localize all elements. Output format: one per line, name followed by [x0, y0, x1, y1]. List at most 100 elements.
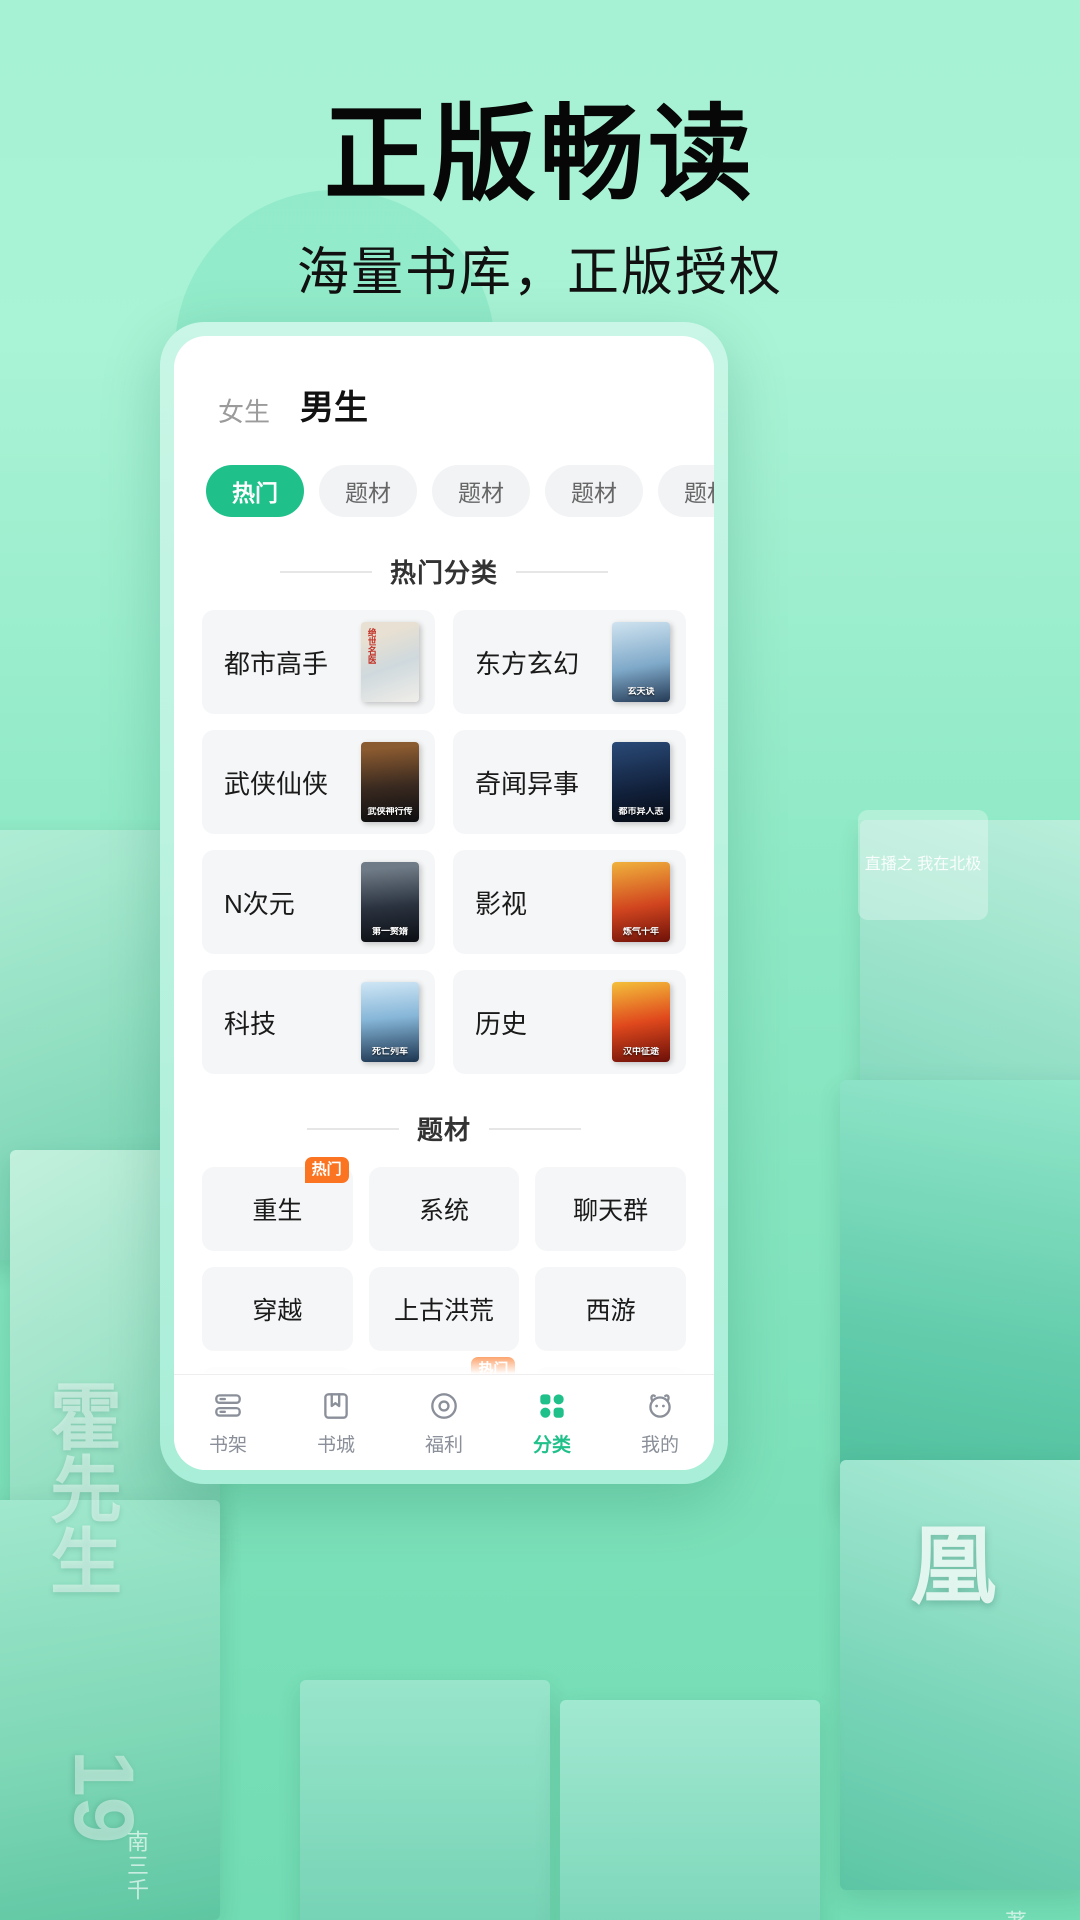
bg-promo-card: 直播之 我在北极 [858, 810, 988, 920]
filter-pill-row: 热门 题材 题材 题材 题材 [202, 465, 714, 517]
theme-tag-xitong[interactable]: 系统 [368, 1167, 520, 1251]
hero-section: 正版畅读 海量书库，正版授权 [0, 96, 1080, 305]
profile-icon [643, 1389, 677, 1423]
nav-item-label: 我的 [640, 1434, 679, 1456]
book-cover-thumbnail: 死亡列车 [361, 982, 419, 1062]
filter-pill-theme-4[interactable]: 题材 [658, 465, 714, 517]
nav-item-welfare[interactable]: 福利 [390, 1389, 498, 1457]
hero-title: 正版畅读 [323, 93, 756, 215]
welfare-icon [427, 1389, 461, 1423]
book-cover-title: 炼气十年 [622, 927, 659, 937]
book-cover-title: 第一赘婿 [371, 927, 408, 937]
theme-tag-grid: 重生 热门 系统 聊天群 穿越 上古洪荒 西游 热门 [202, 1157, 686, 1374]
nav-item-label: 分类 [532, 1434, 571, 1456]
section-title-themes: 题材 [416, 1115, 471, 1145]
nav-item-bookshelf[interactable]: 书架 [174, 1389, 282, 1457]
category-label: 东方玄幻 [475, 648, 580, 679]
filter-pill-theme-2[interactable]: 题材 [432, 465, 530, 517]
category-cell-keji[interactable]: 科技 死亡列车 [202, 970, 435, 1074]
book-cover-title: 都市异人志 [618, 807, 664, 817]
nav-item-profile[interactable]: 我的 [606, 1389, 714, 1457]
book-cover-title: 死亡列车 [371, 1047, 408, 1057]
bg-book-small-3: 著 [998, 1910, 1030, 1920]
section-title-hot-categories: 热门分类 [389, 558, 498, 588]
phone-screen: 女生 男生 热门 题材 题材 题材 题材 热门分类 [174, 336, 714, 1470]
filter-pill-theme-3[interactable]: 题材 [545, 465, 643, 517]
book-cover-title: 绝世名医 [366, 628, 376, 664]
book-cover-thumbnail: 第一赘婿 [361, 862, 419, 942]
gender-tab-male[interactable]: 男生 [300, 380, 368, 435]
divider-left [306, 1127, 399, 1130]
theme-tag-label: 西游 [585, 1297, 636, 1325]
category-cell-lishi[interactable]: 历史 汉中征途 [453, 970, 686, 1074]
gender-tab-male-label: 男生 [300, 389, 369, 427]
section-header-hot-categories: 热门分类 [202, 553, 686, 590]
nav-item-category[interactable]: 分类 [498, 1389, 606, 1457]
hot-badge: 热门 [471, 1357, 516, 1374]
category-cell-qiwenyishi[interactable]: 奇闻异事 都市异人志 [453, 730, 686, 834]
theme-tag-chuanyue-2[interactable]: 穿越 [535, 1367, 686, 1374]
book-cover-thumbnail: 都市异人志 [612, 742, 670, 822]
category-label: 科技 [224, 1008, 277, 1039]
bg-book-title-3: 凰 [897, 1520, 993, 1606]
theme-tag-label: 聊天群 [573, 1197, 649, 1225]
category-cell-yingshi[interactable]: 影视 炼气十年 [453, 850, 686, 954]
bg-book-8 [560, 1700, 820, 1920]
hot-badge: 热门 [304, 1157, 349, 1183]
book-cover-thumbnail: 炼气十年 [612, 862, 670, 942]
nav-item-bookstore[interactable]: 书城 [282, 1389, 390, 1457]
hero-subtitle: 海量书库，正版授权 [296, 244, 783, 303]
book-cover-title: 玄天诀 [627, 687, 655, 697]
bg-book-small-1: 南三千 [124, 1830, 149, 1902]
theme-tag-label: 穿越 [252, 1297, 303, 1325]
theme-tag-label: 重生 [252, 1197, 303, 1225]
filter-pill-hot[interactable]: 热门 [206, 465, 304, 517]
gender-tab-female[interactable]: 女生 [218, 392, 270, 435]
category-label: N次元 [224, 888, 295, 919]
book-cover-thumbnail: 汉中征途 [612, 982, 670, 1062]
category-icon [535, 1389, 569, 1423]
theme-tag-label: 上古洪荒 [393, 1297, 494, 1325]
theme-tag-xiyou[interactable]: 西游 [535, 1267, 686, 1351]
bg-book-title-1: 霍先生 [38, 1380, 119, 1596]
theme-tag-liaotianqun[interactable]: 聊天群 [535, 1167, 686, 1251]
phone-mockup: 女生 男生 热门 题材 题材 题材 题材 热门分类 [160, 322, 728, 1484]
category-label: 都市高手 [224, 648, 329, 679]
theme-tag-badao[interactable]: 霸道 [202, 1367, 353, 1374]
active-tab-underline [302, 426, 367, 435]
bottom-navigation-bar: 书架 书城 福利 分类 我的 [174, 1374, 714, 1470]
book-cover-title: 武侠神行传 [367, 807, 413, 817]
book-cover-title: 汉中征途 [622, 1047, 659, 1057]
theme-tag-label: 系统 [418, 1197, 469, 1225]
category-label: 影视 [475, 888, 528, 919]
book-cover-thumbnail: 武侠神行传 [361, 742, 419, 822]
theme-tag-chongsheng[interactable]: 重生 热门 [202, 1157, 353, 1251]
category-label: 武侠仙侠 [224, 768, 329, 799]
bg-book-5 [840, 1080, 1080, 1510]
gender-tab-female-label: 女生 [218, 397, 271, 427]
book-cover-thumbnail: 绝世名医 [361, 622, 419, 702]
category-cell-dongfangxuanhuan[interactable]: 东方玄幻 玄天诀 [453, 610, 686, 714]
divider-right [516, 570, 608, 573]
filter-pill-theme-1[interactable]: 题材 [319, 465, 417, 517]
book-cover-thumbnail: 玄天诀 [612, 622, 670, 702]
category-label: 历史 [475, 1008, 528, 1039]
nav-item-label: 福利 [424, 1434, 463, 1456]
bookstore-icon [319, 1389, 353, 1423]
theme-tag-yifei[interactable]: 医妃 热门 [368, 1357, 520, 1374]
divider-left [279, 570, 372, 573]
bg-book-7 [300, 1680, 550, 1920]
divider-right [489, 1127, 581, 1130]
theme-tag-chuanyue-1[interactable]: 穿越 [202, 1267, 353, 1351]
theme-tag-shangguhonghuang[interactable]: 上古洪荒 [368, 1267, 520, 1351]
gender-tab-bar: 女生 男生 [202, 336, 686, 435]
bookshelf-icon [211, 1389, 245, 1423]
category-cell-dushi[interactable]: 都市高手 绝世名医 [202, 610, 435, 714]
nav-item-label: 书城 [316, 1434, 355, 1456]
app-content: 女生 男生 热门 题材 题材 题材 题材 热门分类 [174, 336, 714, 1374]
category-cell-wuxia[interactable]: 武侠仙侠 武侠神行传 [202, 730, 435, 834]
category-cell-nciyuan[interactable]: N次元 第一赘婿 [202, 850, 435, 954]
section-header-themes: 题材 [202, 1110, 686, 1147]
hot-category-grid: 都市高手 绝世名医 东方玄幻 玄天诀 武侠仙侠 武侠神行传 奇闻异事 都市异人志… [202, 610, 686, 1074]
category-label: 奇闻异事 [475, 768, 580, 799]
